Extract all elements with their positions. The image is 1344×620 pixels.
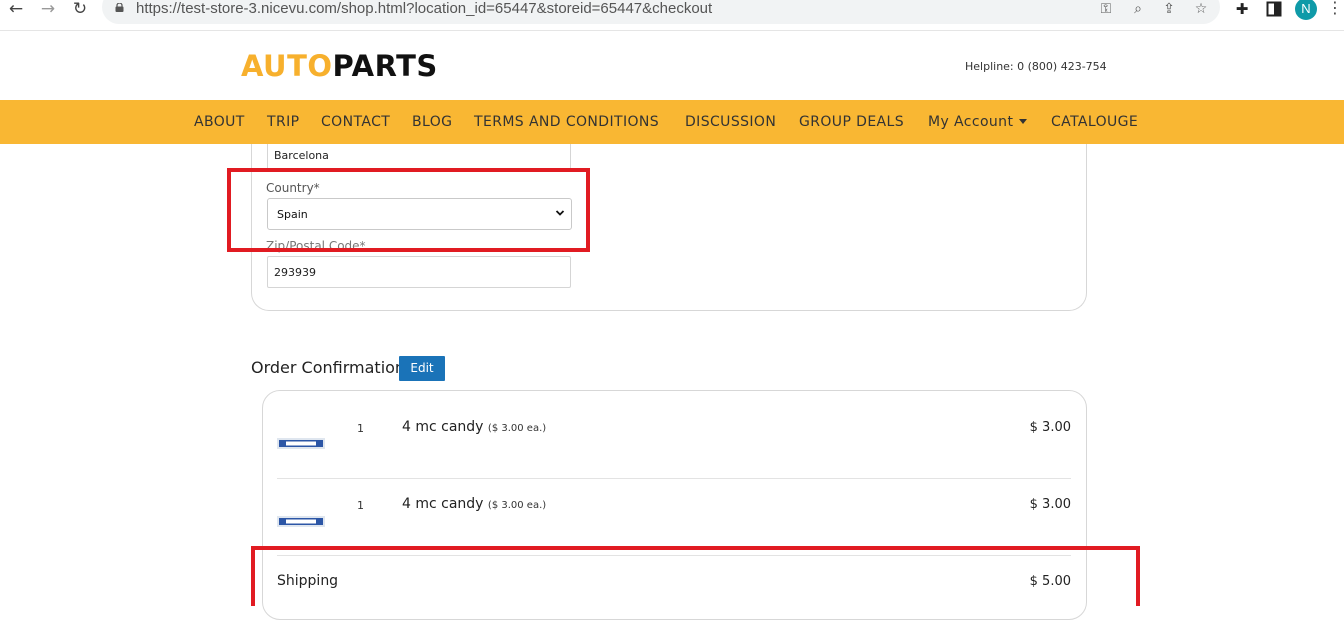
helpline: Helpline: 0 (800) 423-754 xyxy=(965,60,1107,73)
nav-item-discussion[interactable]: DISCUSSION xyxy=(685,114,776,130)
order-confirmation-title: Order Confirmation xyxy=(251,358,406,377)
puzzle-icon[interactable]: ✚ xyxy=(1233,0,1251,18)
zoom-icon[interactable]: ⌕ xyxy=(1129,0,1147,18)
profile-avatar[interactable]: N xyxy=(1295,0,1317,20)
item-name: 4 mc candy ($ 3.00 ea.) xyxy=(402,419,546,435)
item-name-text: 4 mc candy xyxy=(402,496,484,512)
item-quantity: 1 xyxy=(357,499,364,512)
product-thumbnail xyxy=(277,438,325,449)
zip-field[interactable]: 293939 xyxy=(267,256,571,288)
row-divider xyxy=(277,478,1071,479)
nav-item-group-deals[interactable]: GROUP DEALS xyxy=(799,114,904,130)
browser-toolbar: ← → ↻ https://test-store-3.nicevu.com/sh… xyxy=(0,0,1344,24)
item-price: $ 3.00 xyxy=(1029,420,1071,435)
annotation-box-country xyxy=(227,168,590,252)
nav-item-terms[interactable]: TERMS AND CONDITIONS xyxy=(474,114,659,130)
logo[interactable]: AUTOPARTS xyxy=(241,50,438,82)
item-quantity: 1 xyxy=(357,422,364,435)
edit-button[interactable]: Edit xyxy=(399,356,445,381)
logo-parts: PARTS xyxy=(332,49,438,83)
item-unit-price: ($ 3.00 ea.) xyxy=(487,500,547,511)
star-icon[interactable]: ☆ xyxy=(1192,0,1210,18)
nav-item-about[interactable]: ABOUT xyxy=(194,114,245,130)
main-nav: ABOUT TRIP CONTACT BLOG TERMS AND CONDIT… xyxy=(0,100,1344,144)
item-name-text: 4 mc candy xyxy=(402,419,484,435)
key-icon[interactable]: ⚿ xyxy=(1097,0,1115,18)
item-name: 4 mc candy ($ 3.00 ea.) xyxy=(402,496,546,512)
reload-icon[interactable]: ↻ xyxy=(69,0,91,20)
share-icon[interactable]: ⇪ xyxy=(1160,0,1178,18)
nav-item-blog[interactable]: BLOG xyxy=(412,114,452,130)
caret-down-icon xyxy=(1019,118,1028,124)
nav-item-catalogue[interactable]: CATALOUGE xyxy=(1051,114,1138,130)
city-field[interactable]: Barcelona xyxy=(267,140,571,171)
forward-arrow-icon[interactable]: → xyxy=(37,0,59,20)
nav-item-trip[interactable]: TRIP xyxy=(267,114,299,130)
url-text[interactable]: https://test-store-3.nicevu.com/shop.htm… xyxy=(136,0,712,18)
back-arrow-icon[interactable]: ← xyxy=(5,0,27,20)
nav-item-contact[interactable]: CONTACT xyxy=(321,114,390,130)
side-panel-icon[interactable] xyxy=(1265,0,1283,18)
my-account-label: My Account xyxy=(928,114,1014,130)
annotation-box-shipping xyxy=(251,546,1140,606)
menu-icon[interactable]: ⋮ xyxy=(1327,0,1343,18)
site-header: AUTOPARTS Helpline: 0 (800) 423-754 xyxy=(0,30,1344,100)
product-thumbnail xyxy=(277,516,325,527)
lock-icon xyxy=(115,3,124,12)
logo-auto: AUTO xyxy=(241,49,333,83)
item-unit-price: ($ 3.00 ea.) xyxy=(487,423,547,434)
nav-item-my-account[interactable]: My Account xyxy=(928,114,1028,130)
item-price: $ 3.00 xyxy=(1029,497,1071,512)
